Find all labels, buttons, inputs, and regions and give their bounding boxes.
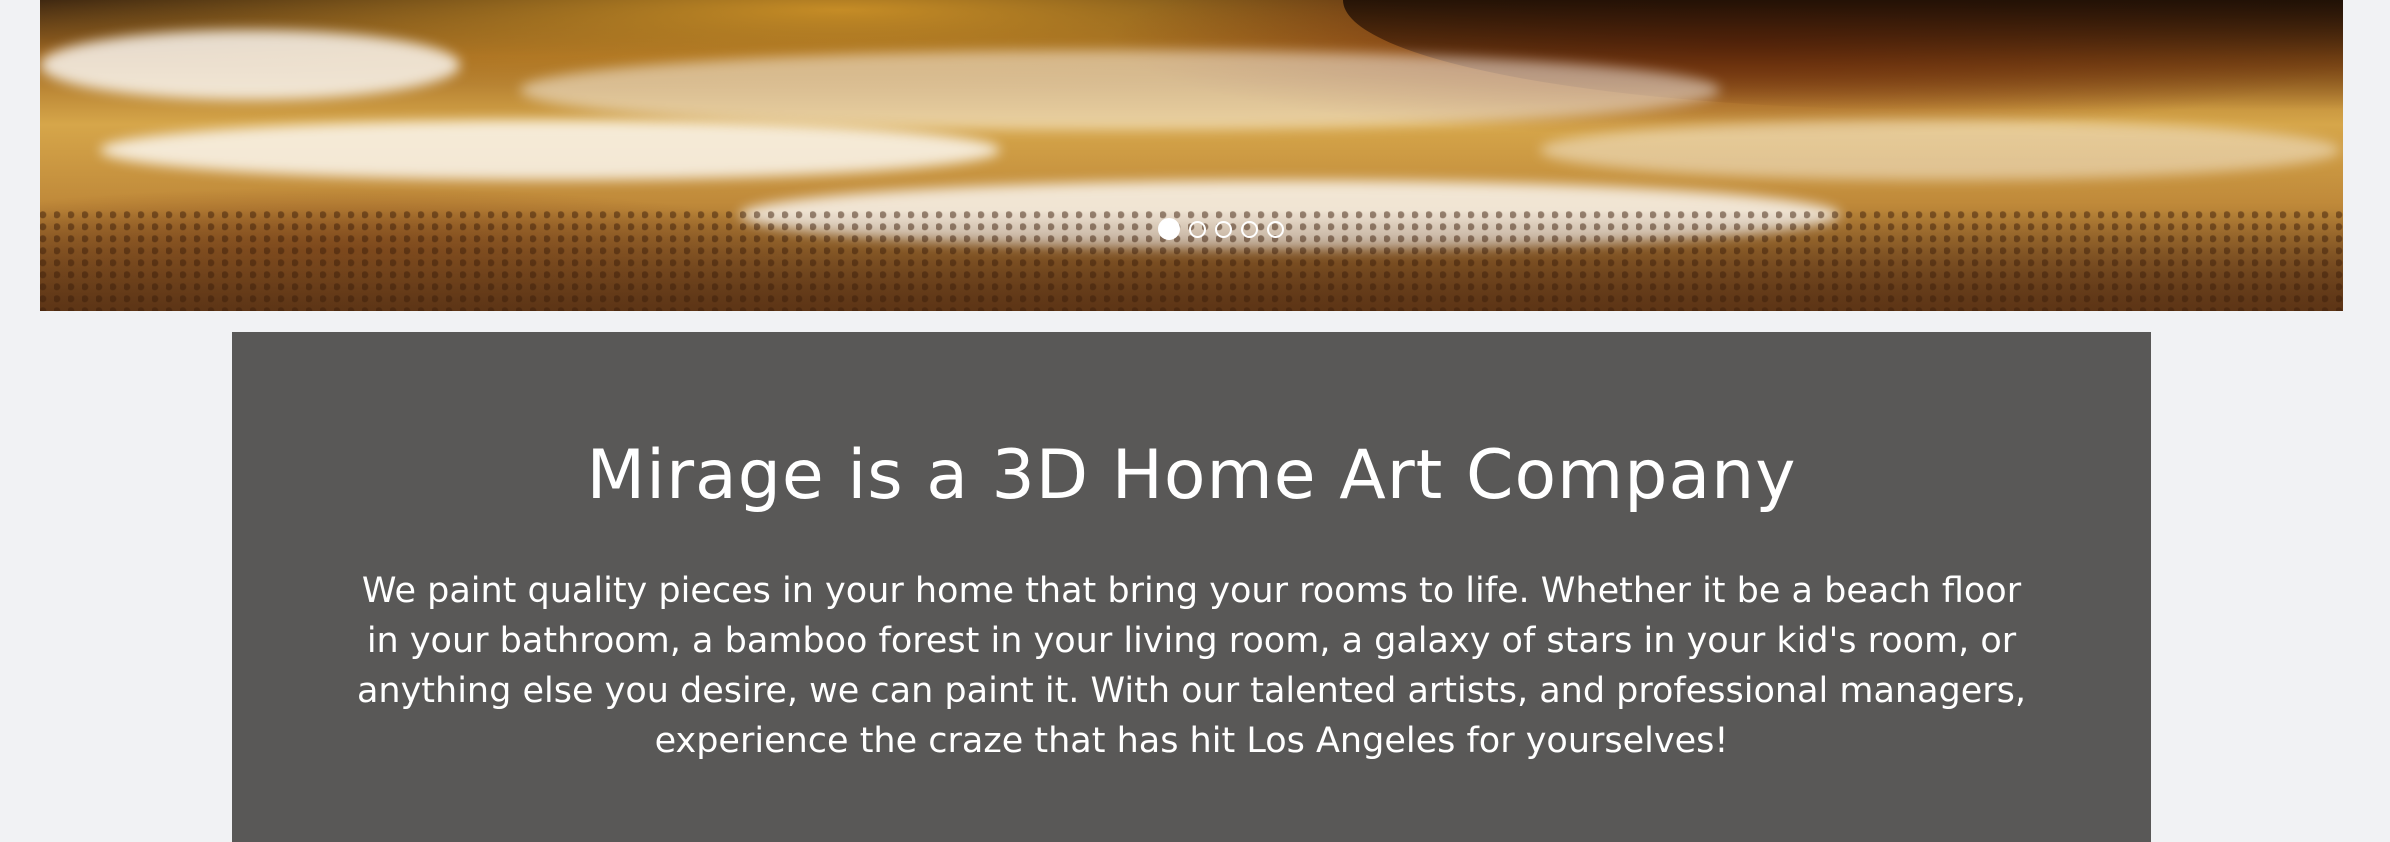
carousel-indicators — [1158, 218, 1284, 240]
intro-panel: Mirage is a 3D Home Art Company We paint… — [232, 332, 2151, 842]
carousel-dot-2[interactable] — [1189, 220, 1206, 238]
carousel-dot-3[interactable] — [1215, 220, 1232, 238]
carousel-dot-4[interactable] — [1241, 220, 1258, 238]
hero-image-foam — [520, 50, 1720, 130]
hero-image-foam — [1540, 120, 2340, 180]
hero-image-foam — [40, 30, 460, 100]
intro-body: We paint quality pieces in your home tha… — [356, 571, 2027, 761]
carousel-dot-5[interactable] — [1267, 220, 1284, 238]
hero-carousel — [40, 0, 2343, 311]
intro-heading: Mirage is a 3D Home Art Company — [586, 436, 1797, 515]
carousel-dot-1[interactable] — [1158, 218, 1180, 240]
hero-image-foam — [100, 120, 1000, 180]
